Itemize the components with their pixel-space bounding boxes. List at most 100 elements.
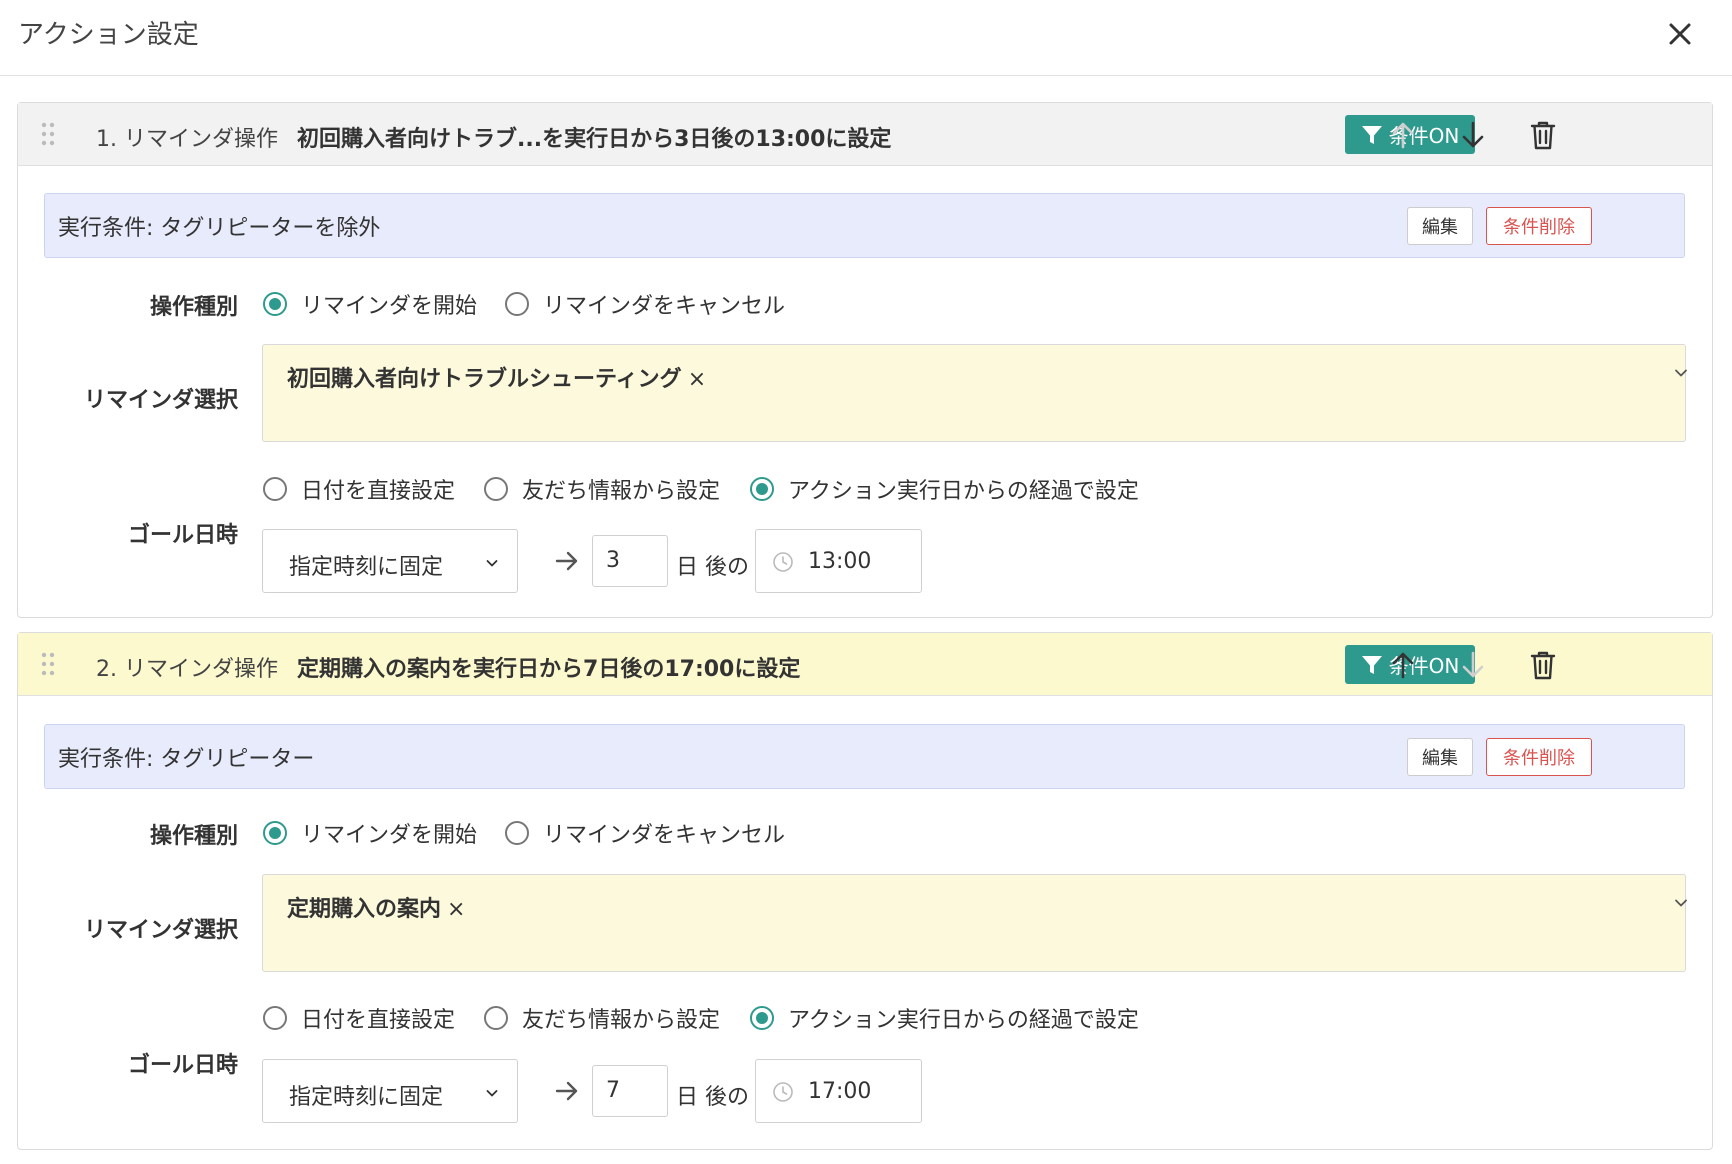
days-input[interactable]: 7 [592,1065,668,1117]
time-mode-value: 指定時刻に固定 [289,1085,444,1110]
chevron-down-icon [485,1085,499,1099]
radio-label: 日付を直接設定 [301,479,456,504]
time-mode-select[interactable]: 指定時刻に固定 [262,1059,518,1123]
action-type-label: リマインダ操作 [124,127,279,152]
chevron-down-icon [1673,895,1689,911]
selected-reminder-tag: 初回購入者向けトラブルシューティング × [287,361,706,393]
goal-direct-date-radio[interactable]: 日付を直接設定 [263,473,455,505]
arrow-down-icon [1462,651,1484,678]
op-start-radio[interactable]: リマインダを開始 [263,288,477,320]
remove-tag-icon[interactable]: × [447,897,465,922]
drag-handle-icon[interactable] [40,121,56,147]
days-input[interactable]: 3 [592,535,668,587]
radio-circle [750,477,774,501]
clock-icon [772,1081,794,1103]
radio-circle [484,477,508,501]
action-card-1: 1. リマインダ操作 初回購入者向けトラブ...を実行日から3日後の13:00に… [17,102,1713,618]
action-title: 2. リマインダ操作 定期購入の案内を実行日から7日後の17:00に設定 [96,651,800,683]
days-after-label: 日 後の [676,555,749,580]
time-value: 13:00 [808,549,872,574]
arrow-up-icon [1392,652,1414,679]
drag-handle-icon[interactable] [40,651,56,677]
radio-label: リマインダをキャンセル [543,823,786,848]
delete-action-button[interactable] [1525,117,1561,153]
arrow-right-icon [554,548,580,574]
delete-condition-button[interactable]: 条件削除 [1486,207,1592,245]
radio-label: リマインダをキャンセル [543,294,786,319]
radio-label: アクション実行日からの経過で設定 [788,479,1139,504]
time-input[interactable]: 17:00 [755,1059,922,1123]
radio-circle [750,1006,774,1030]
radio-circle [263,292,287,316]
reminder-select-label: リマインダ選択 [83,918,238,943]
move-down-button[interactable] [1455,647,1491,683]
radio-circle [263,477,287,501]
radio-label: 友だち情報から設定 [522,1008,721,1033]
goal-datetime-label: ゴール日時 [127,1053,238,1078]
radio-circle [263,821,287,845]
modal-header: アクション設定 [0,0,1732,76]
reminder-tag-text: 初回購入者向けトラブルシューティング [287,367,682,392]
filter-icon [1361,125,1382,144]
move-up-button[interactable] [1385,117,1421,153]
op-cancel-radio[interactable]: リマインダをキャンセル [505,288,785,320]
op-start-radio[interactable]: リマインダを開始 [263,817,477,849]
delete-action-button[interactable] [1525,647,1561,683]
radio-circle [484,1006,508,1030]
days-after-label: 日 後の [676,1085,749,1110]
action-card-2: 2. リマインダ操作 定期購入の案内を実行日から7日後の17:00に設定 条件O… [17,632,1713,1150]
chevron-down-icon [485,555,499,569]
goal-elapsed-radio[interactable]: アクション実行日からの経過で設定 [750,1002,1139,1034]
radio-circle [263,1006,287,1030]
reminder-select[interactable]: 初回購入者向けトラブルシューティング × [262,344,1687,442]
reminder-select-label: リマインダ選択 [83,388,238,413]
action-header: 1. リマインダ操作 初回購入者向けトラブ...を実行日から3日後の13:00に… [18,103,1712,166]
radio-circle [505,292,529,316]
goal-friend-info-radio[interactable]: 友だち情報から設定 [484,473,720,505]
radio-label: アクション実行日からの経過で設定 [788,1008,1139,1033]
op-cancel-radio[interactable]: リマインダをキャンセル [505,817,785,849]
arrow-down-icon [1462,121,1484,148]
goal-elapsed-radio[interactable]: アクション実行日からの経過で設定 [750,473,1139,505]
delete-condition-button[interactable]: 条件削除 [1486,738,1592,776]
goal-datetime-label: ゴール日時 [127,523,238,548]
edit-condition-button[interactable]: 編集 [1407,207,1473,245]
action-header: 2. リマインダ操作 定期購入の案内を実行日から7日後の17:00に設定 条件O… [18,633,1712,696]
goal-friend-info-radio[interactable]: 友だち情報から設定 [484,1002,720,1034]
move-down-button[interactable] [1455,117,1491,153]
clock-icon [772,551,794,573]
close-button[interactable] [1660,14,1700,54]
action-index: 2. [96,657,117,682]
reminder-tag-text: 定期購入の案内 [287,897,442,922]
move-up-button[interactable] [1385,647,1421,683]
remove-tag-icon[interactable]: × [688,367,706,392]
time-input[interactable]: 13:00 [755,529,922,593]
radio-circle [505,821,529,845]
reminder-select[interactable]: 定期購入の案内 × [262,874,1689,972]
time-mode-value: 指定時刻に固定 [289,555,444,580]
edit-condition-button[interactable]: 編集 [1407,738,1473,776]
time-value: 17:00 [808,1079,872,1104]
action-summary: 初回購入者向けトラブ...を実行日から3日後の13:00に設定 [297,127,892,152]
filter-icon [1361,655,1382,674]
arrow-up-icon [1392,122,1414,149]
operation-type-label: 操作種別 [149,824,238,849]
execution-condition-text: 実行条件: タグリピーター [58,747,315,772]
action-summary: 定期購入の案内を実行日から7日後の17:00に設定 [297,657,801,682]
operation-type-label: 操作種別 [149,295,238,320]
action-title: 1. リマインダ操作 初回購入者向けトラブ...を実行日から3日後の13:00に… [96,121,891,153]
execution-condition-bar: 実行条件: タグリピーターを除外 編集 条件削除 [44,193,1685,258]
goal-direct-date-radio[interactable]: 日付を直接設定 [263,1002,455,1034]
radio-label: 友だち情報から設定 [522,479,721,504]
time-mode-select[interactable]: 指定時刻に固定 [262,529,518,593]
trash-icon [1530,651,1556,680]
action-index: 1. [96,127,117,152]
modal-title: アクション設定 [18,20,199,50]
execution-condition-text: 実行条件: タグリピーターを除外 [58,216,381,241]
close-icon [1669,23,1691,45]
execution-condition-bar: 実行条件: タグリピーター 編集 条件削除 [44,724,1685,789]
arrow-right-icon [554,1078,580,1104]
selected-reminder-tag: 定期購入の案内 × [287,891,465,923]
radio-label: 日付を直接設定 [301,1008,456,1033]
action-type-label: リマインダ操作 [124,657,279,682]
